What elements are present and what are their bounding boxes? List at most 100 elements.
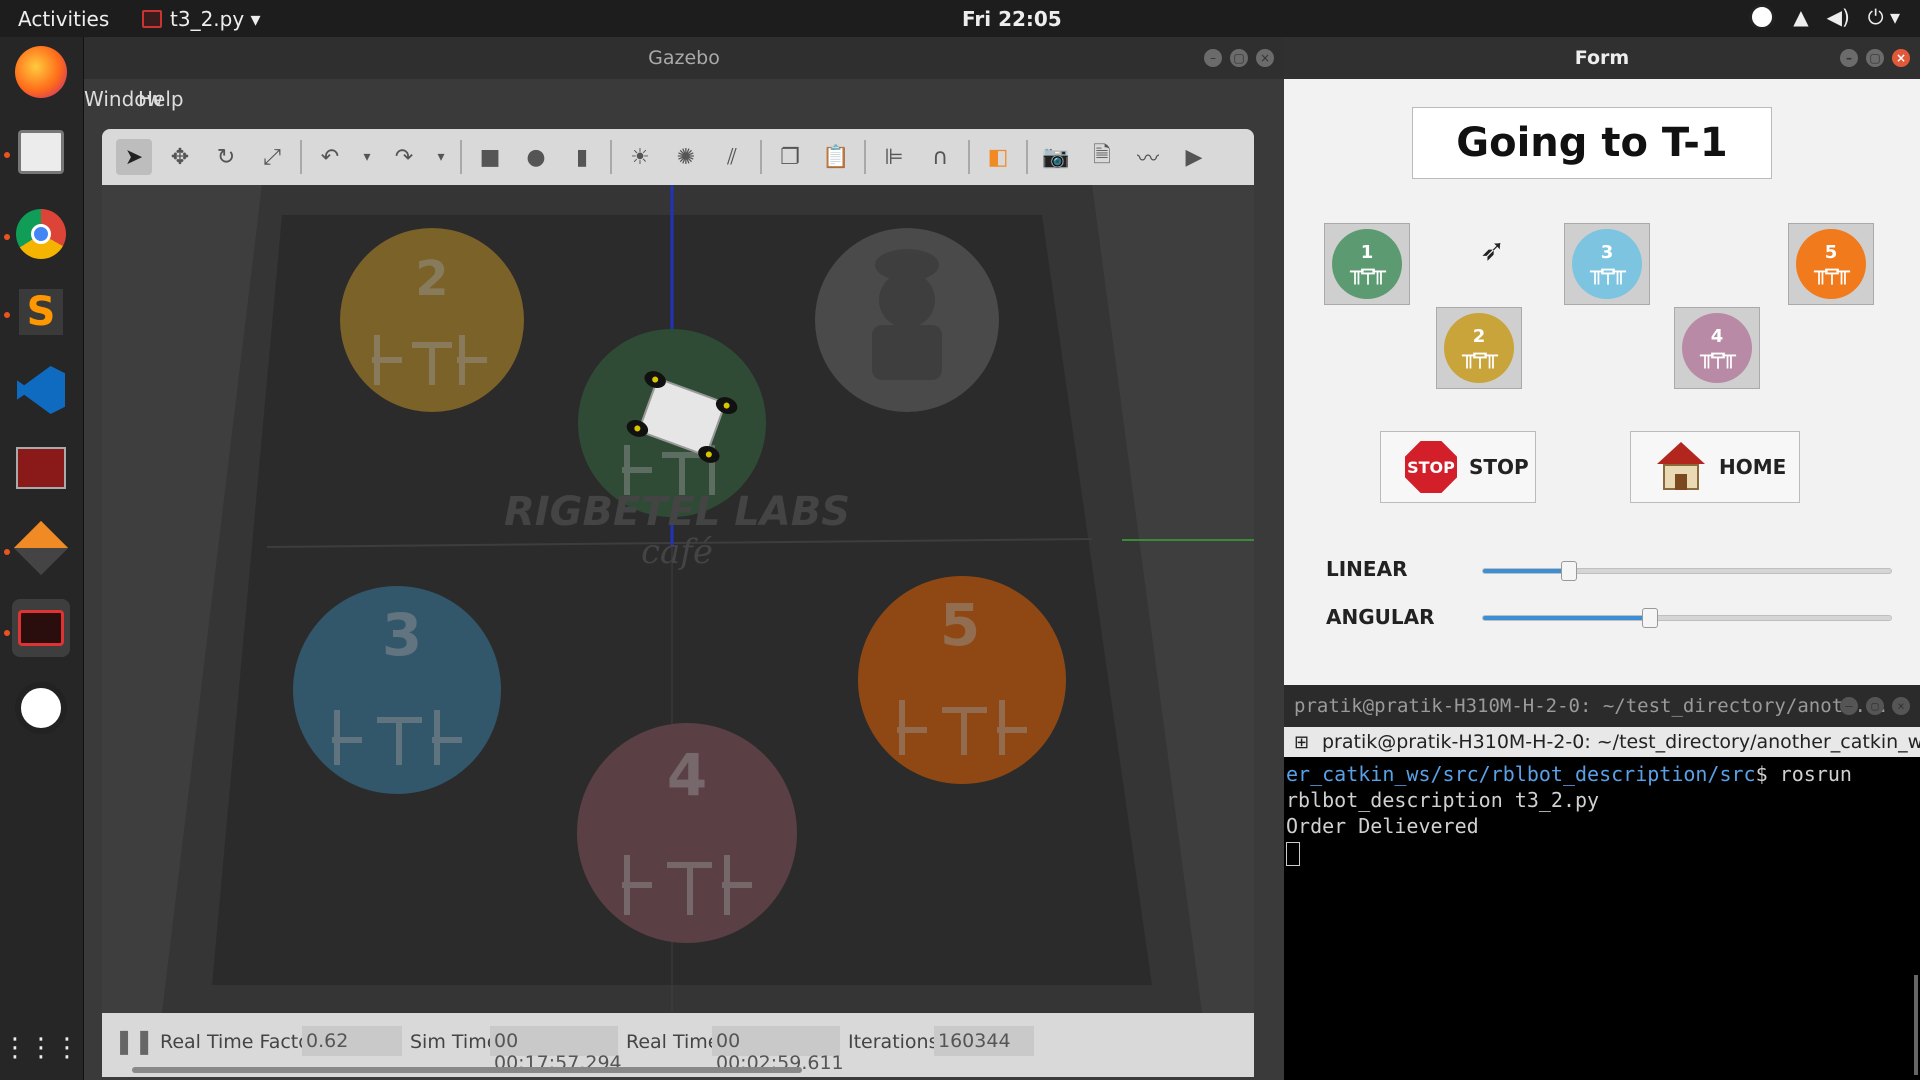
gazebo-toolbar: ➤ ✥ ↻ ⤢ ↶ ▾ ↷ ▾ ■ ● ▮ ☀ ✺ ⫽ ❐ 📋 ⊫ ∩ ◧ 📷 … — [102, 129, 1254, 185]
top-bar: Activities t3_2.py ▾ Fri 22:05 ▲ ◀) ⏻ ▾ — [0, 0, 1920, 37]
terminal-title: pratik@pratik-H310M-H-2-0: ~/test_direct… — [1294, 695, 1889, 717]
table-5-button[interactable]: 5 ╥╤╥ — [1788, 223, 1874, 305]
screenshot-icon[interactable]: 📷 — [1038, 139, 1074, 175]
linear-slider-fill — [1483, 569, 1569, 573]
obs-tray-icon[interactable] — [1749, 4, 1776, 30]
table-4-icon: 4 ╥╤╥ — [1682, 313, 1752, 383]
rotate-mode-icon[interactable]: ↻ — [208, 139, 244, 175]
angular-slider[interactable] — [1482, 608, 1892, 628]
clock[interactable]: Fri 22:05 — [962, 7, 1062, 31]
view-angle-icon[interactable]: ◧ — [980, 139, 1016, 175]
angular-slider-handle[interactable] — [1642, 608, 1659, 628]
terminal-tab[interactable]: ⊞ pratik@pratik-H310M-H-2-0: ~/test_dire… — [1284, 727, 1920, 757]
volume-icon[interactable]: ◀) — [1827, 5, 1850, 29]
table-4-button[interactable]: 4 ╥╤╥ — [1674, 307, 1760, 389]
system-tray[interactable]: ▲ ◀) ⏻ ▾ — [1749, 4, 1900, 30]
power-icon[interactable]: ⏻ ▾ — [1868, 5, 1900, 29]
firefox-icon[interactable] — [12, 43, 70, 101]
screen-recorder-icon[interactable] — [12, 439, 70, 497]
real-time-factor-label: Real Time Factor: — [160, 1031, 324, 1053]
files-icon[interactable] — [12, 123, 70, 181]
terminal-command-args: rblbot_description t3_2.py — [1286, 788, 1600, 812]
point-light-icon[interactable]: ☀ — [622, 139, 658, 175]
plot-icon[interactable]: 〰 — [1130, 139, 1166, 175]
gazebo-icon[interactable] — [12, 519, 70, 577]
select-mode-icon[interactable]: ➤ — [116, 139, 152, 175]
scene-table-3-number: 3 — [382, 601, 422, 669]
maximize-button[interactable]: ▢ — [1866, 49, 1884, 67]
form-title: Form — [1574, 47, 1630, 69]
table-1-button[interactable]: 1 ╥╤╥ — [1324, 223, 1410, 305]
gazebo-3d-scene[interactable]: 2 3 4 5 RIGBETEL LABS café — [102, 185, 1254, 1013]
terminal-dock-icon[interactable] — [12, 599, 70, 657]
table-2-button[interactable]: 2 ╥╤╥ — [1436, 307, 1522, 389]
scale-mode-icon[interactable]: ⤢ — [254, 139, 290, 175]
sphere-shape-icon[interactable]: ● — [518, 139, 554, 175]
redo-dropdown-icon[interactable]: ▾ — [432, 139, 450, 175]
stop-button[interactable]: STOP STOP — [1380, 431, 1536, 503]
pause-button[interactable]: ❚❚ — [114, 1027, 154, 1055]
angular-label: ANGULAR — [1326, 605, 1435, 629]
terminal-tab-label: pratik@pratik-H310M-H-2-0: ~/test_direct… — [1322, 731, 1920, 753]
form-titlebar[interactable]: Form – ▢ × — [1284, 37, 1920, 79]
sublime-text-icon[interactable]: S — [12, 283, 70, 341]
copy-icon[interactable]: ❐ — [772, 139, 808, 175]
sim-time-value: 00 00:17:57.294 — [490, 1026, 622, 1074]
linear-slider-handle[interactable] — [1560, 561, 1577, 581]
mouse-cursor-icon: ➶ — [1480, 233, 1506, 268]
terminal-cursor — [1286, 841, 1300, 866]
horizontal-scrollbar[interactable] — [132, 1067, 802, 1073]
table-3-button[interactable]: 3 ╥╤╥ — [1564, 223, 1650, 305]
terminal-titlebar[interactable]: pratik@pratik-H310M-H-2-0: ~/test_direct… — [1284, 685, 1920, 727]
spot-light-icon[interactable]: ✺ — [668, 139, 704, 175]
scene-table-4-number: 4 — [667, 741, 707, 809]
iterations-value: 160344 — [934, 1026, 1034, 1056]
activities-button[interactable]: Activities — [18, 7, 109, 31]
chrome-icon[interactable] — [12, 205, 70, 263]
terminal-tab-icon: ⊞ — [1294, 731, 1310, 753]
minimize-button[interactable]: – — [1204, 49, 1222, 67]
log-icon[interactable]: 🗎 — [1084, 139, 1120, 175]
obs-icon[interactable] — [12, 679, 70, 737]
app-menu[interactable]: t3_2.py ▾ — [142, 7, 261, 31]
directional-light-icon[interactable]: ⫽ — [714, 139, 750, 175]
close-button[interactable]: × — [1256, 49, 1274, 67]
form-window: Form – ▢ × Going to T-1 1 ╥╤╥ 2 ╥╤╥ 3 ╥╤╥ 4… — [1284, 37, 1920, 685]
menu-help[interactable]: Help — [138, 87, 184, 111]
home-button[interactable]: HOME — [1630, 431, 1800, 503]
video-record-icon[interactable]: ▶ — [1176, 139, 1212, 175]
table-5-icon: 5 ╥╤╥ — [1796, 229, 1866, 299]
paste-icon[interactable]: 📋 — [818, 139, 854, 175]
cylinder-shape-icon[interactable]: ▮ — [564, 139, 600, 175]
app-menu-label: t3_2.py ▾ — [170, 7, 261, 31]
house-icon — [1655, 442, 1707, 492]
wifi-icon[interactable]: ▲ — [1793, 5, 1808, 29]
translate-mode-icon[interactable]: ✥ — [162, 139, 198, 175]
gazebo-titlebar[interactable]: Gazebo – ▢ × — [84, 37, 1284, 79]
real-time-label: Real Time: — [626, 1031, 726, 1053]
vscode-icon[interactable] — [12, 361, 70, 419]
minimize-button[interactable]: – — [1840, 49, 1858, 67]
terminal-output[interactable]: er_catkin_ws/src/rblbot_description/src$… — [1284, 757, 1920, 870]
show-applications-icon[interactable]: ⋮⋮⋮ — [2, 1019, 80, 1077]
terminal-command-start: $ rosrun — [1755, 762, 1852, 786]
linear-slider[interactable] — [1482, 561, 1892, 581]
maximize-button[interactable]: ▢ — [1866, 697, 1884, 715]
scene-table-5-number: 5 — [940, 591, 980, 659]
minimize-button[interactable]: – — [1840, 697, 1858, 715]
linear-label: LINEAR — [1326, 557, 1408, 581]
undo-icon[interactable]: ↶ — [312, 139, 348, 175]
gazebo-status-bar: ❚❚ Real Time Factor: 0.62 Sim Time: 00 0… — [102, 1013, 1254, 1077]
align-icon[interactable]: ⊫ — [876, 139, 912, 175]
iterations-label: Iterations: — [848, 1031, 945, 1053]
maximize-button[interactable]: ▢ — [1230, 49, 1248, 67]
close-button[interactable]: × — [1892, 697, 1910, 715]
box-shape-icon[interactable]: ■ — [472, 139, 508, 175]
redo-icon[interactable]: ↷ — [386, 139, 422, 175]
real-time-value: 00 00:02:59.611 — [712, 1026, 844, 1074]
undo-dropdown-icon[interactable]: ▾ — [358, 139, 376, 175]
snap-icon[interactable]: ∩ — [922, 139, 958, 175]
terminal-scrollbar[interactable] — [1914, 975, 1918, 1075]
close-button[interactable]: × — [1892, 49, 1910, 67]
table-2-icon: 2 ╥╤╥ — [1444, 313, 1514, 383]
